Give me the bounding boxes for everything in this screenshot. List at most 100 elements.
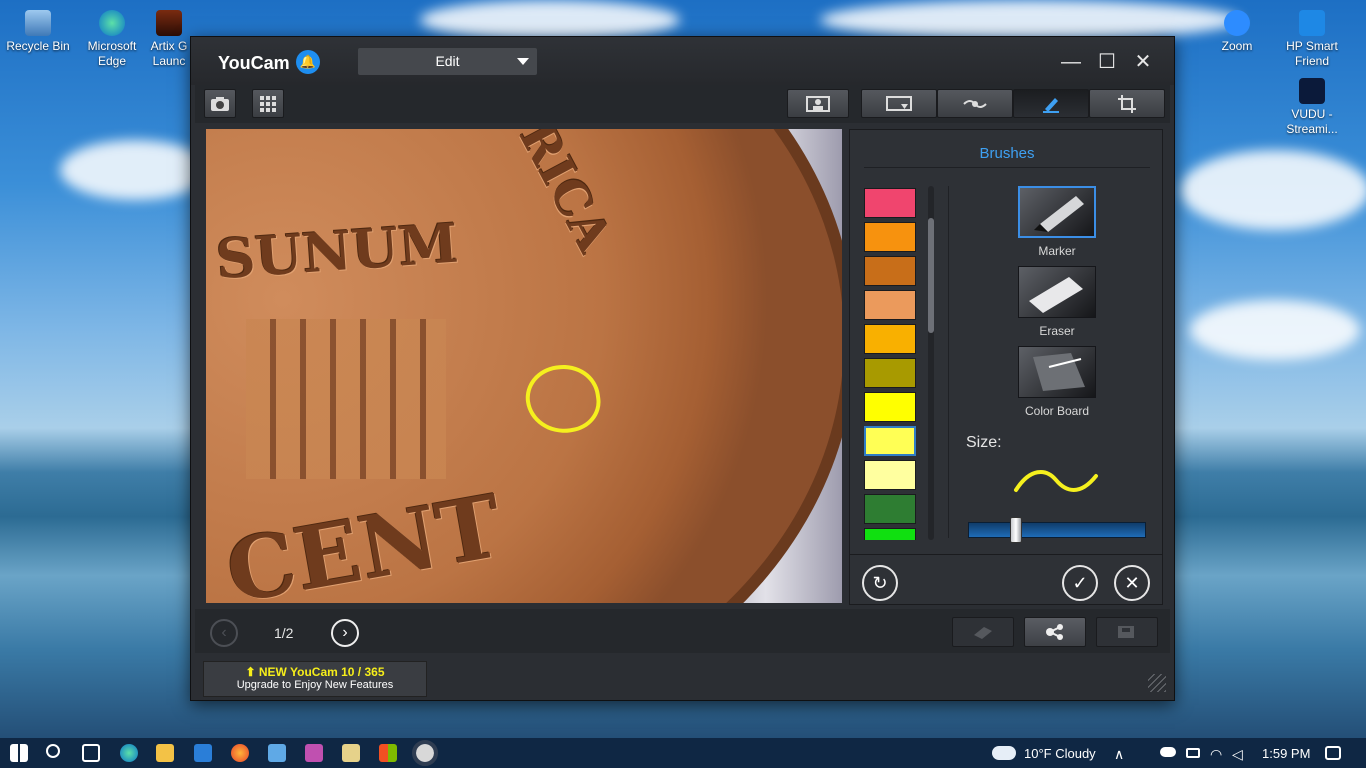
brush-button[interactable] <box>1013 89 1089 118</box>
previous-button[interactable]: ‹ <box>210 619 238 647</box>
file-explorer-icon[interactable] <box>156 744 174 762</box>
grid-button[interactable] <box>252 89 284 118</box>
cloud <box>60 140 210 200</box>
app-icon[interactable] <box>268 744 286 762</box>
camera-button[interactable] <box>204 89 236 118</box>
eraser-icon <box>974 627 992 639</box>
photo-canvas[interactable]: SUNUM CENT RICA <box>206 129 842 603</box>
save-button[interactable] <box>1096 617 1158 647</box>
cloud <box>820 0 1240 40</box>
color-swatch[interactable] <box>864 222 916 252</box>
artix-icon <box>156 10 182 36</box>
notifications-icon[interactable] <box>1325 746 1341 760</box>
next-button[interactable]: › <box>331 619 359 647</box>
panel-title: Brushes <box>864 138 1150 168</box>
store-icon[interactable] <box>379 744 397 762</box>
desktop-icon-edge[interactable]: Microsoft Edge <box>74 4 150 69</box>
color-swatch[interactable] <box>864 324 916 354</box>
brush-label: Eraser <box>1039 324 1075 338</box>
zoom-icon <box>1224 10 1250 36</box>
app-icon[interactable] <box>342 744 360 762</box>
color-swatch[interactable] <box>864 494 916 524</box>
size-label: Size: <box>966 434 1002 451</box>
size-slider-handle[interactable] <box>1010 517 1022 543</box>
close-button[interactable]: ✕ <box>1130 49 1156 75</box>
minimize-button[interactable]: — <box>1058 49 1084 75</box>
cloud <box>1190 300 1360 360</box>
mode-dropdown[interactable]: Edit <box>358 48 537 75</box>
color-swatch[interactable] <box>864 358 916 388</box>
mode-dropdown-value: Edit <box>435 53 460 69</box>
hp-smart-icon <box>1299 10 1325 36</box>
youcam-taskbar-icon[interactable] <box>412 740 438 766</box>
edge-icon[interactable] <box>120 744 138 762</box>
firefox-icon[interactable] <box>231 744 249 762</box>
size-slider[interactable] <box>968 517 1146 543</box>
desktop-icon-label: Zoom <box>1221 39 1253 53</box>
upgrade-title-text: NEW YouCam 10 / 365 <box>258 665 385 679</box>
weather-text[interactable]: 10°F Cloudy <box>1024 746 1096 761</box>
crop-button[interactable] <box>1089 89 1165 118</box>
desktop-icon-vudu[interactable]: VUDU - Streami... <box>1274 72 1350 137</box>
brush-marker[interactable]: Marker <box>1018 186 1096 258</box>
face-button[interactable] <box>787 89 849 118</box>
chevron-up-icon[interactable]: ∧ <box>1114 746 1124 763</box>
desktop-icon-artix[interactable]: Artix G Launc <box>148 4 190 69</box>
color-swatch[interactable] <box>864 426 916 456</box>
eraser-icon <box>1018 266 1096 318</box>
swatch-scrollbar[interactable] <box>928 186 934 540</box>
cloud <box>1180 150 1366 230</box>
color-swatch[interactable] <box>864 188 916 218</box>
apply-button[interactable]: ✓ <box>1062 565 1098 601</box>
color-swatch[interactable] <box>864 290 916 320</box>
resize-grip-icon[interactable] <box>1148 674 1166 692</box>
erase-button[interactable] <box>952 617 1014 647</box>
edge-icon <box>99 10 125 36</box>
brush-color-board[interactable]: Color Board <box>1018 346 1096 418</box>
size-preview-stroke <box>1014 470 1098 492</box>
maximize-button[interactable]: ☐ <box>1094 49 1120 75</box>
desktop-icon-recycle-bin[interactable]: Recycle Bin <box>0 4 76 54</box>
desktop-icon-hp-smart[interactable]: HP Smart Friend <box>1274 4 1350 69</box>
frame-button[interactable] <box>861 89 937 118</box>
share-button[interactable] <box>1024 617 1086 647</box>
toolbar <box>195 85 1170 123</box>
color-swatch-list <box>864 188 918 540</box>
search-icon[interactable] <box>46 744 60 758</box>
scrollbar-thumb[interactable] <box>928 218 934 333</box>
face-icon <box>806 95 830 112</box>
brush-eraser[interactable]: Eraser <box>1018 266 1096 338</box>
save-icon <box>1118 626 1134 638</box>
battery-icon[interactable] <box>1186 748 1200 758</box>
onedrive-icon[interactable] <box>1160 747 1176 757</box>
effects-button[interactable] <box>937 89 1013 118</box>
title-bar: YouCam 🔔 Edit — ☐ ✕ <box>191 37 1174 85</box>
color-swatch[interactable] <box>864 256 916 286</box>
brushes-panel: Brushes Marker Eraser Color Board Size: <box>849 129 1163 605</box>
color-swatch[interactable] <box>864 392 916 422</box>
marker-icon <box>1018 186 1096 238</box>
wifi-icon[interactable]: ◠ <box>1210 746 1222 763</box>
brush-label: Marker <box>1038 244 1076 258</box>
desktop-icon-zoom[interactable]: Zoom <box>1199 4 1275 54</box>
cloud-weather-icon <box>992 746 1016 760</box>
desktop-icon-label: VUDU - Streami... <box>1286 107 1338 136</box>
app-icon[interactable] <box>305 744 323 762</box>
color-swatch[interactable] <box>864 460 916 490</box>
windows-start-icon[interactable] <box>10 744 28 762</box>
color-swatch[interactable] <box>864 528 916 540</box>
cancel-button[interactable]: ✕ <box>1114 565 1150 601</box>
clock-time[interactable]: 1:59 PM <box>1262 746 1310 761</box>
arrow-up-icon: ⬆︎ <box>245 665 259 679</box>
upgrade-banner-subtitle: Upgrade to Enjoy New Features <box>236 679 394 691</box>
vudu-icon <box>1299 78 1325 104</box>
volume-icon[interactable]: ◁ <box>1232 746 1243 763</box>
upgrade-banner[interactable]: ⬆︎ NEW YouCam 10 / 365 Upgrade to Enjoy … <box>203 661 427 697</box>
task-view-icon[interactable] <box>82 744 100 762</box>
chevron-left-icon: ‹ <box>221 624 227 641</box>
brush-icon <box>1043 97 1059 113</box>
mail-icon[interactable] <box>194 744 212 762</box>
reset-button[interactable]: ↻ <box>862 565 898 601</box>
notification-bell-icon[interactable]: 🔔 <box>296 50 320 74</box>
penny-shield <box>246 319 446 479</box>
